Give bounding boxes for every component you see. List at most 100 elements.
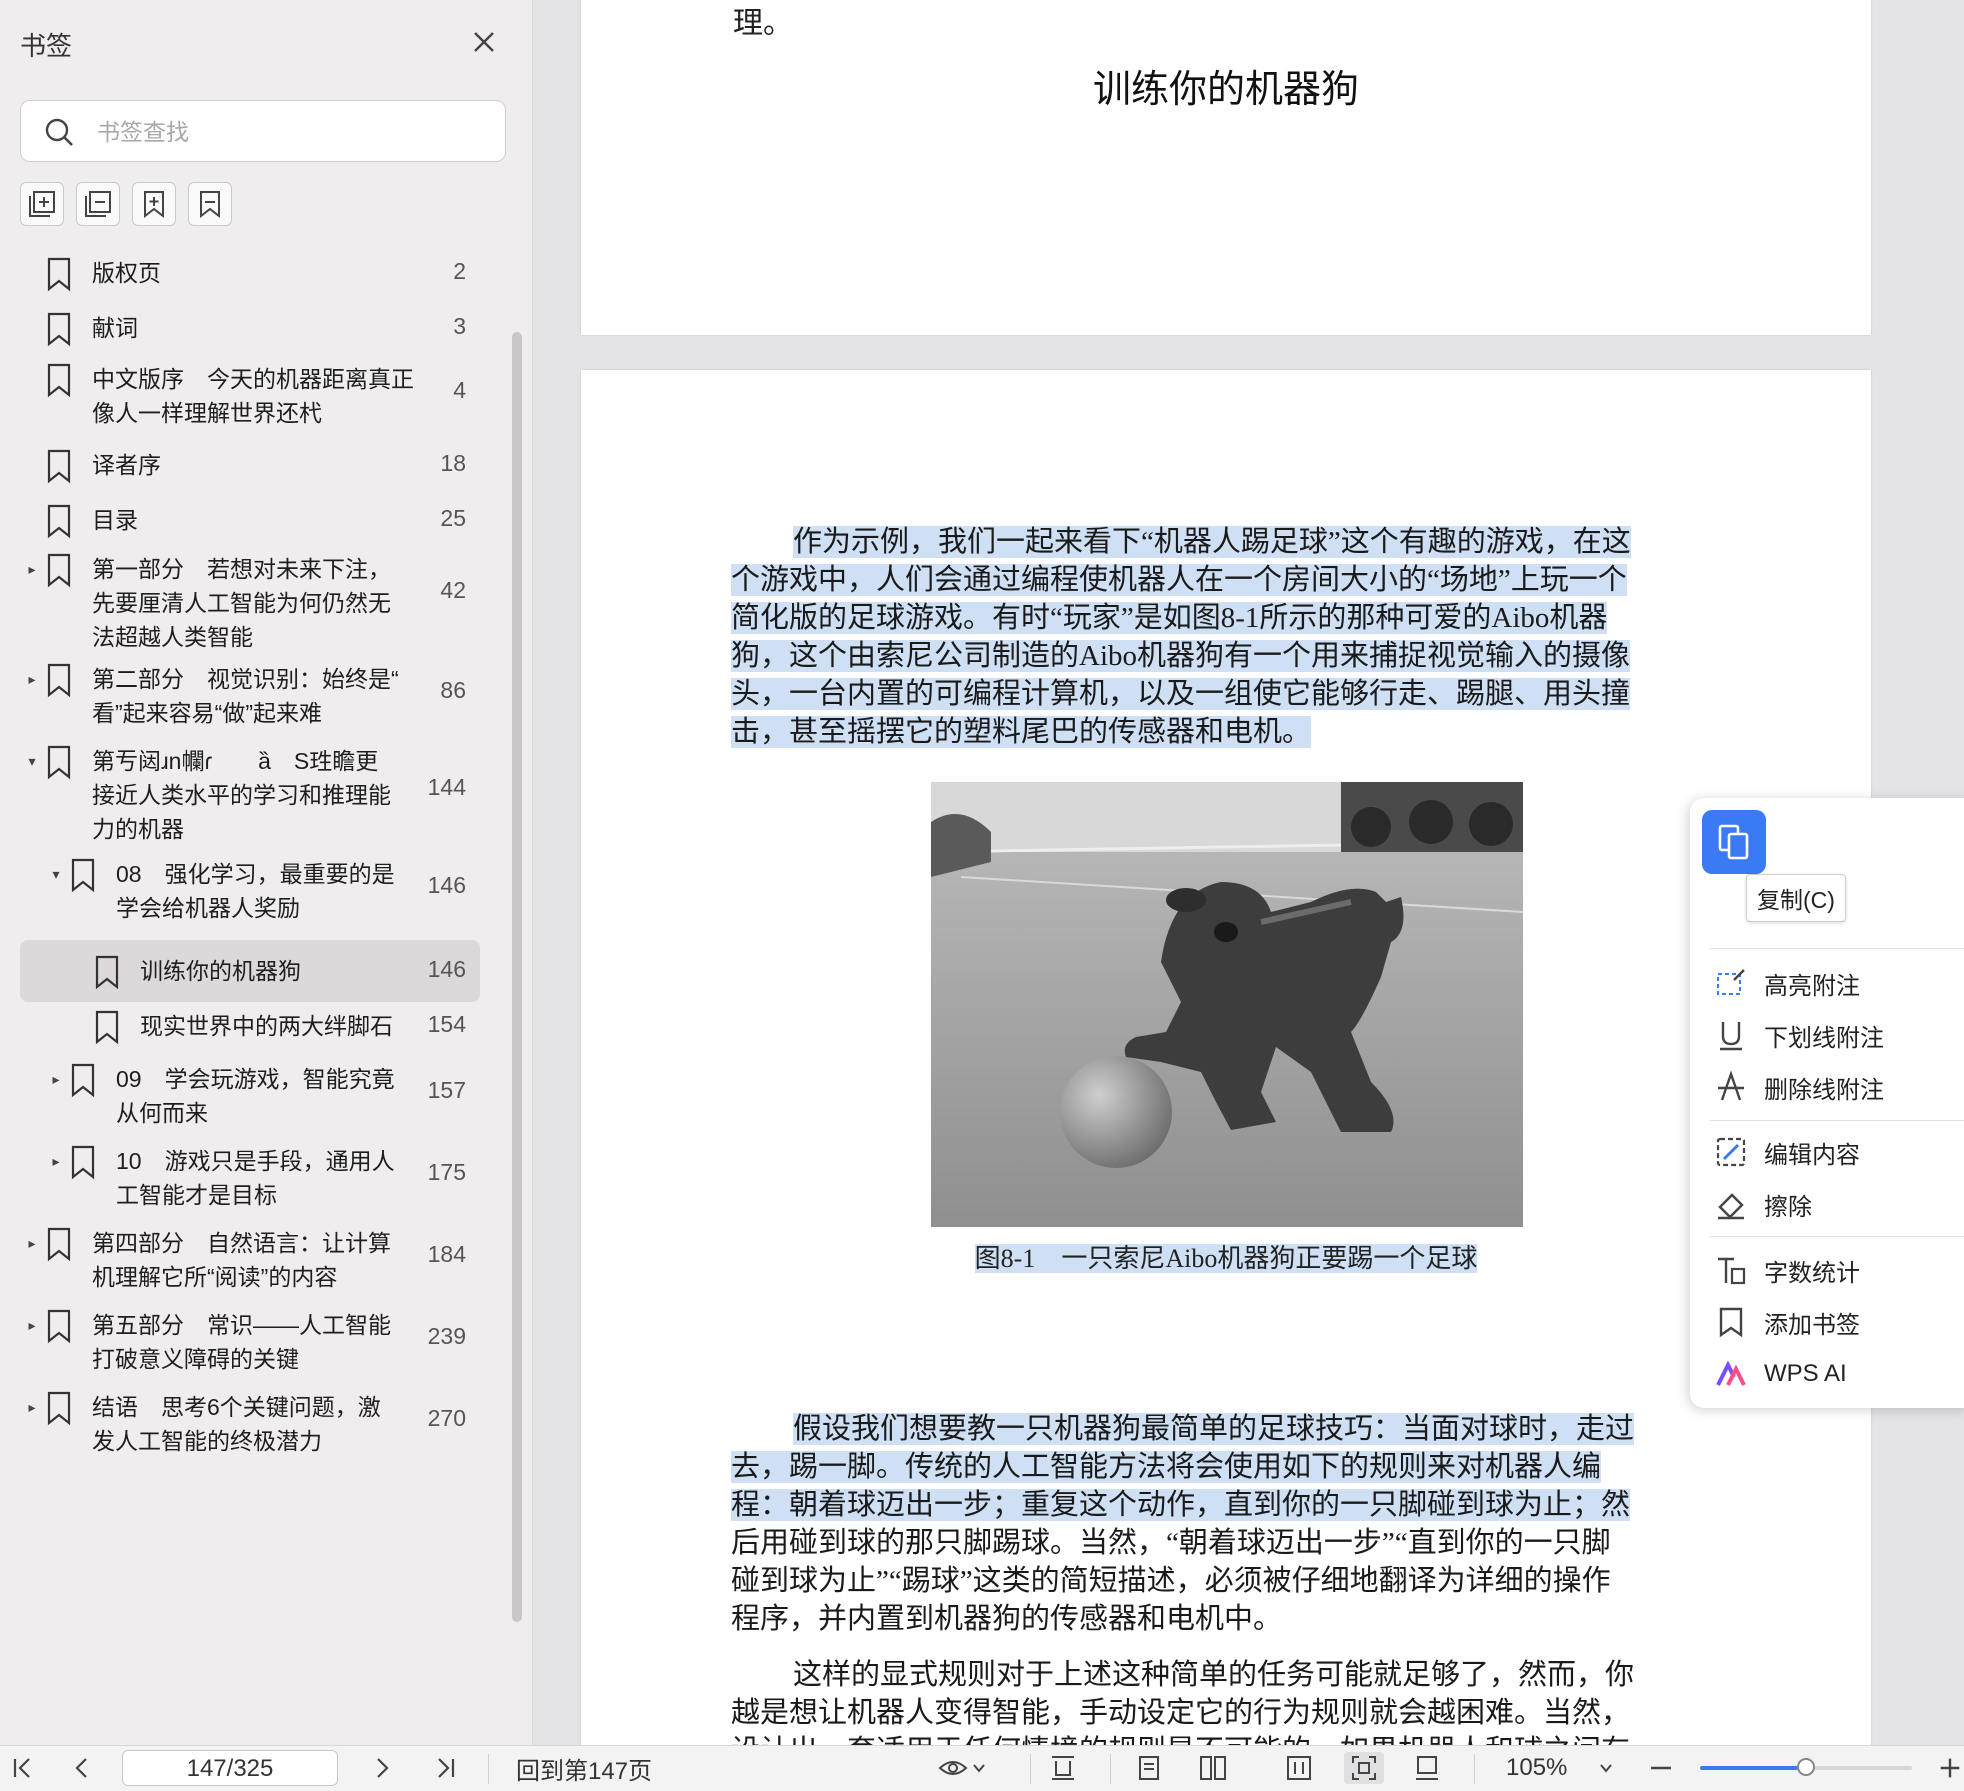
fit-width-button[interactable] [1046,1752,1080,1784]
fullscreen-button[interactable] [1410,1752,1444,1784]
paragraph-1[interactable]: 作为示例，我们一起来看下“机器人踢足球”这个有趣的游戏，在这 个游戏中，人们会通过… [731,523,1731,751]
expand-arrow-icon[interactable]: ▾ [48,866,64,882]
menu-item-label: 编辑内容 [1764,1141,1860,1169]
dual-page-button[interactable] [1196,1752,1230,1784]
paragraph-line-text: 狗，这个由索尼公司制造的Aibo机器狗有一个用来捕捉视觉输入的摄像 [731,640,1631,672]
collapse-all-button[interactable] [76,182,120,226]
bookmark-item[interactable]: ▸ 第四部分 自然语言：让计算 机理解它所“阅读”的内容 184 [0,1216,500,1296]
zoom-out-button[interactable] [1646,1752,1676,1784]
add-bookmark-button[interactable] [132,182,176,226]
status-bar: 147/325 回到第147页 105% [0,1745,1964,1791]
collapse-arrow-icon[interactable]: ▸ [48,1071,64,1087]
bookmark-search-input[interactable] [95,111,489,153]
bookmark-icon [71,1063,95,1098]
paragraph-line-text: 程：朝着球迈出一步；重复这个动作，直到你的一只脚碰到球为止；然 [731,1489,1631,1521]
bookmark-item[interactable]: 中文版序 今天的机器距离真正 像人一样理解世界还杙 4 [0,352,500,432]
bookmark-page-number: 25 [440,505,466,531]
highlight-icon [1717,969,1745,995]
paragraph-line: 假设我们想要教一只机器狗最简单的足球技巧：当面对球时，走过 [731,1410,1731,1448]
zoom-slider[interactable] [1700,1758,1912,1776]
close-icon[interactable] [470,28,498,56]
bookmark-item[interactable]: ▸ 10 游戏只是手段，通用人 工智能才是目标 175 [0,1134,500,1214]
bookmark-page-number: 2 [453,258,466,284]
bookmark-sidebar: 书签 版权页 2 献词 3 中文版序 今天的机器距离真正像人一样理解世界还杙 4 译者序 18… [0,0,533,1745]
figure-caption[interactable]: 图8-1 一只索尼Aibo机器狗正要踢一个足球 [581,1238,1871,1275]
bookmark-item[interactable]: ▸ 09 学会玩游戏，智能究竟 从何而来 157 [0,1052,500,1132]
zoom-in-button[interactable] [1936,1752,1964,1784]
collapse-arrow-icon[interactable]: ▸ [24,561,40,577]
bookmark-item[interactable]: 现实世界中的两大绊脚石 154 [0,995,500,1057]
bookmark-label-line: 从何而来 [116,1100,208,1126]
zoom-slider-knob[interactable] [1797,1758,1815,1776]
bookmark-page-number: 154 [427,1011,466,1037]
paragraph-3[interactable]: 这样的显式规则对于上述这种简单的任务可能就足够了，然而，你 越是想让机器人变得智能… [731,1656,1731,1745]
bookmark-item[interactable]: ▸ 第二部分 视觉识别：始终是“ 看”起来容易“做”起来难 86 [0,652,500,732]
bookmark-item[interactable]: ▸ 结语 思考6个关键问题，激 发人工智能的终极潜力 270 [0,1380,500,1460]
bookmark-icon [47,363,71,398]
collapse-arrow-icon[interactable]: ▸ [24,671,40,687]
menu-item-erase[interactable]: 擦除 [1714,1184,1812,1224]
paragraph-2[interactable]: 假设我们想要教一只机器狗最简单的足球技巧：当面对球时，走过 去，踢一脚。传统的人工… [731,1410,1731,1638]
copy-button[interactable] [1702,810,1766,874]
bookmark-item[interactable]: 版权页 2 [0,242,500,304]
chevron-down-icon [1600,1764,1612,1773]
bookmark-item[interactable]: 译者序 18 [0,434,500,496]
bookmark-icon [47,504,71,539]
bookmark-icon [200,191,220,219]
bookmark-search-box[interactable] [20,100,506,162]
bookmark-item[interactable]: ▸ 第五部分 常识——人工智能 打破意义障碍的关键 239 [0,1298,500,1378]
next-page-button[interactable] [366,1752,398,1784]
collapse-arrow-icon[interactable]: ▸ [24,1235,40,1251]
bookmark-label-line: 训练你的机器狗 [140,958,301,984]
last-page-button[interactable] [430,1752,462,1784]
book-mode-button[interactable] [1282,1752,1316,1784]
bookmark-item[interactable]: 训练你的机器狗 146 [0,940,500,1002]
page-number-input[interactable]: 147/325 [122,1750,338,1786]
bookmark-label-line: 目录 [92,507,138,533]
menu-item-label: 擦除 [1764,1193,1812,1221]
first-page-button[interactable] [6,1752,38,1784]
collapse-arrow-icon[interactable]: ▸ [24,1399,40,1415]
divider [488,1754,489,1784]
bookmark-item[interactable]: ▸ 第一部分 若想对未来下注， 先要厘清人工智能为何仍然无 法超越人类智能 42 [0,542,500,650]
fit-page-button[interactable] [1344,1752,1384,1784]
menu-item-add-bookmark[interactable]: 添加书签 [1714,1302,1860,1342]
sidebar-scrollbar[interactable] [512,332,522,1622]
single-page-button[interactable] [1132,1752,1166,1784]
bookmark-item[interactable]: 献词 3 [0,297,500,359]
menu-item-strikethrough[interactable]: 删除线附注 [1714,1067,1884,1107]
zoom-level[interactable]: 105% [1506,1752,1567,1784]
first-page-icon [13,1758,30,1778]
bookmark-label: 版权页 [92,256,422,290]
bookmark-add-icon [144,191,164,219]
screen-icon [1416,1756,1438,1780]
menu-item-word-count[interactable]: 字数统计 [1714,1250,1860,1290]
bookmark-button[interactable] [188,182,232,226]
bookmark-label: 09 学会玩游戏，智能究竟 从何而来 [116,1062,446,1130]
expand-arrow-icon[interactable]: ▾ [24,753,40,769]
bookmark-item[interactable]: ▾ 第亐闼ɹn幱ɾ ȁ S珄瞻更 接近人类水平的学习和推理能 力的机器 144 [0,734,500,844]
paragraph-line: 后用碰到球的那只脚踢球。当然，“朝着球迈出一步”“直到你的一只脚 [731,1524,1731,1562]
bookmark-page-number: 184 [427,1241,466,1267]
zoom-dropdown-button[interactable] [1594,1752,1618,1784]
menu-item-edit-content[interactable]: 编辑内容 [1714,1132,1860,1172]
bookmark-label-line: 工智能才是目标 [116,1182,277,1208]
bookmark-page-number: 157 [427,1077,466,1103]
menu-divider [1710,1120,1964,1121]
wps-ai-icon [1716,1360,1746,1386]
bookmark-item[interactable]: ▾ 08 强化学习，最重要的是 学会给机器人奖励 146 [0,847,500,927]
prev-page-button[interactable] [66,1752,98,1784]
eraser-icon [1718,1193,1744,1220]
menu-item-label: 字数统计 [1764,1259,1860,1287]
eye-mode-button[interactable] [932,1752,992,1784]
bookmark-label: 结语 思考6个关键问题，激 发人工智能的终极潜力 [92,1390,422,1458]
collapse-arrow-icon[interactable]: ▸ [48,1153,64,1169]
menu-item-underline[interactable]: 下划线附注 [1714,1015,1884,1055]
bookmark-page-number: 86 [440,677,466,703]
menu-item-wps-ai[interactable]: WPS AI [1714,1354,1847,1394]
expand-all-button[interactable] [20,182,64,226]
menu-item-highlight[interactable]: 高亮附注 [1714,963,1860,1003]
back-to-page-link[interactable]: 回到第147页 [516,1752,652,1785]
collapse-arrow-icon[interactable]: ▸ [24,1317,40,1333]
fit-page-icon [1352,1756,1376,1780]
